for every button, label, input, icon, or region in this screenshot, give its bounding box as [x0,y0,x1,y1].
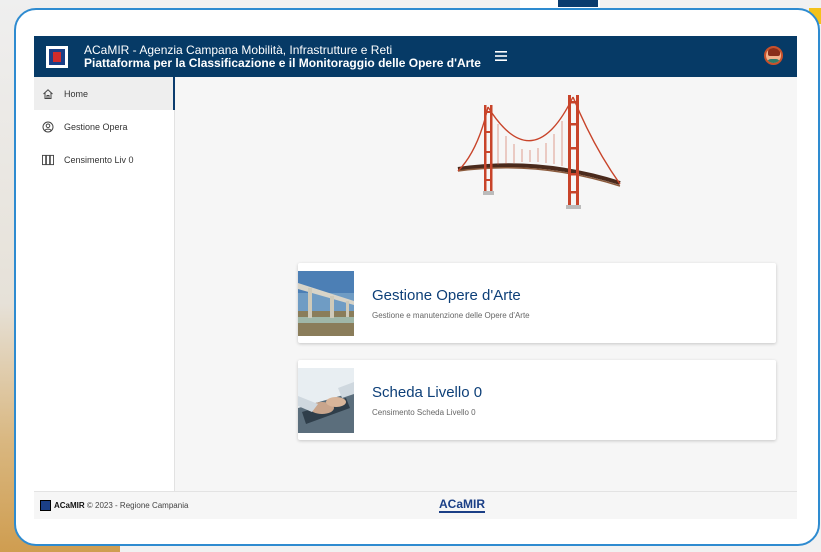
card-gestione-opere-arte[interactable]: Gestione Opere d'Arte Gestione e manuten… [298,263,776,343]
columns-icon [42,154,54,166]
card-title[interactable]: Scheda Livello 0 [372,384,482,401]
hamburger-menu-icon[interactable] [494,48,511,65]
card-subtitle: Censimento Scheda Livello 0 [372,408,476,417]
header-title-platform: Piattaforma per la Classificazione e il … [84,55,481,70]
sidebar-item-home[interactable]: Home [34,77,175,110]
background-decoration-blue [558,0,598,7]
laptop-typing-photo [298,368,354,433]
footer-logo-icon [40,500,51,511]
card-title[interactable]: Gestione Opere d'Arte [372,287,521,304]
footer: ACaMIR © 2023 - Regione Campania ACaMIR [34,491,797,519]
sidebar-item-label: Gestione Opera [64,121,128,132]
footer-copyright: ACaMIR © 2023 - Regione Campania [54,501,188,510]
sidebar-item-label: Home [64,88,89,99]
footer-brand-bold: ACaMIR [54,501,85,510]
header-titles: ACaMIR - Agenzia Campana Mobilità, Infra… [84,42,481,70]
user-circle-icon [42,121,54,133]
header-title-agency: ACaMIR - Agenzia Campana Mobilità, Infra… [84,42,393,57]
sidebar-item-gestione-opera[interactable]: Gestione Opera [34,110,174,143]
home-icon [42,88,54,100]
sidebar-item-censimento-liv-0[interactable]: Censimento Liv 0 [34,143,174,176]
footer-center-brand[interactable]: ACaMIR [439,497,486,513]
card-scheda-livello-0[interactable]: Scheda Livello 0 Censimento Scheda Livel… [298,360,776,440]
acamir-logo[interactable] [46,45,68,68]
card-subtitle: Gestione e manutenzione delle Opere d'Ar… [372,311,530,320]
user-avatar-icon[interactable] [764,46,783,65]
bridge-photo [298,271,354,336]
bridge-illustration [457,95,621,209]
sidebar-item-label: Censimento Liv 0 [64,154,134,165]
top-header-bar: ACaMIR - Agenzia Campana Mobilità, Infra… [34,36,797,77]
sidebar: Home Gestione Opera Censimento Liv 0 [34,77,175,491]
main-content: Gestione Opere d'Arte Gestione e manuten… [176,77,797,491]
footer-copyright-text: © 2023 - Regione Campania [86,501,189,510]
app-window: ACaMIR - Agenzia Campana Mobilità, Infra… [34,36,797,519]
